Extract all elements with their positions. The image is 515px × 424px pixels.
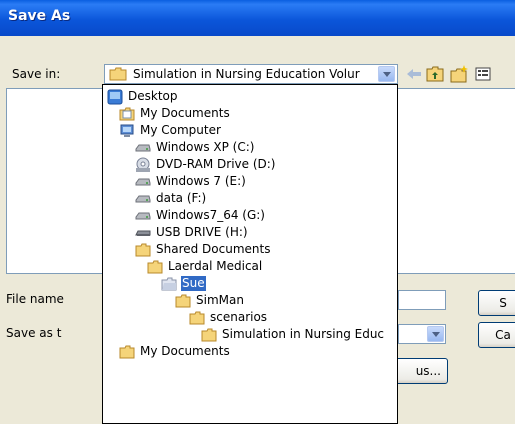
save-in-value: Simulation in Nursing Education Volur: [133, 67, 360, 81]
folder-icon: [189, 310, 205, 326]
dropdown-item-my-documents-2[interactable]: My Documents: [119, 343, 231, 360]
dropdown-item-windows7-64-g[interactable]: Windows7_64 (G:): [135, 207, 266, 224]
dropdown-item-usb-drive-h[interactable]: USB DRIVE (H:): [135, 224, 249, 241]
dropdown-item-laerdal-medical[interactable]: Laerdal Medical: [147, 258, 263, 275]
dropdown-item-shared-documents[interactable]: Shared Documents: [135, 241, 271, 258]
dvd-drive-icon: [135, 157, 151, 173]
dropdown-item-my-documents[interactable]: My Documents: [119, 105, 231, 122]
save-in-dropdown-list[interactable]: Desktop My Documents My Computer Windows…: [102, 84, 398, 424]
folder-icon: [147, 259, 163, 275]
dropdown-item-data-f[interactable]: data (F:): [135, 190, 207, 207]
dropdown-item-dvd-ram-drive-d[interactable]: DVD-RAM Drive (D:): [135, 156, 277, 173]
window-title: Save As: [8, 8, 71, 24]
save-as-type-select[interactable]: [398, 324, 446, 344]
dropdown-item-scenarios[interactable]: scenarios: [189, 309, 268, 326]
file-name-input[interactable]: [398, 290, 446, 310]
save-button[interactable]: S: [478, 290, 515, 316]
dropdown-item-desktop[interactable]: Desktop: [107, 88, 179, 105]
open-folder-icon: [161, 276, 177, 292]
hard-drive-icon: [135, 208, 151, 224]
dropdown-item-sue[interactable]: Sue: [161, 275, 206, 292]
chevron-down-icon[interactable]: [378, 66, 395, 82]
computer-icon: [119, 123, 135, 139]
back-arrow-icon[interactable]: [404, 64, 424, 84]
chevron-down-icon[interactable]: [427, 326, 444, 342]
documents-folder-icon: [119, 106, 135, 122]
hard-drive-icon: [135, 191, 151, 207]
folder-icon: [175, 293, 191, 309]
save-as-type-label: Save as t: [6, 326, 62, 340]
file-name-label: File name: [6, 292, 64, 306]
cancel-button[interactable]: Ca: [478, 322, 515, 348]
up-folder-icon[interactable]: [425, 64, 445, 84]
hard-drive-icon: [135, 140, 151, 156]
dropdown-item-windows-xp-c[interactable]: Windows XP (C:): [135, 139, 255, 156]
desktop-icon: [107, 89, 123, 105]
folder-icon: [135, 242, 151, 258]
usb-drive-icon: [135, 225, 151, 241]
folder-icon: [119, 344, 135, 360]
new-folder-icon[interactable]: [449, 64, 469, 84]
folder-icon: [109, 67, 127, 84]
dropdown-item-simulation-in-nursing-educ[interactable]: Simulation in Nursing Educ: [201, 326, 385, 343]
view-menu-icon[interactable]: [474, 64, 494, 84]
dropdown-item-simman[interactable]: SimMan: [175, 292, 245, 309]
hard-drive-icon: [135, 174, 151, 190]
title-bar[interactable]: Save As: [0, 0, 515, 36]
save-in-combo[interactable]: Simulation in Nursing Education Volur: [104, 64, 398, 84]
dropdown-item-windows-7-e[interactable]: Windows 7 (E:): [135, 173, 247, 190]
dropdown-item-my-computer[interactable]: My Computer: [119, 122, 222, 139]
folder-icon: [201, 327, 217, 343]
save-in-label: Save in:: [12, 67, 61, 81]
